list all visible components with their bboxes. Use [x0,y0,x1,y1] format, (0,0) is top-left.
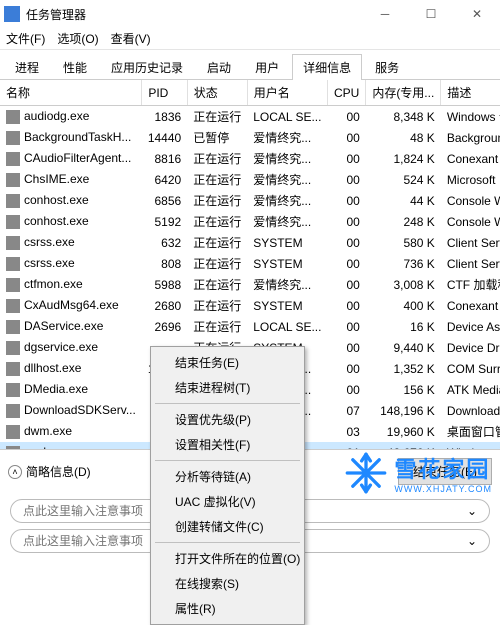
table-row[interactable]: conhost.exe5192正在运行爱情终究...00248 KConsole… [0,211,500,232]
process-icon [6,215,20,229]
process-icon [6,320,20,334]
table-row[interactable]: csrss.exe808正在运行SYSTEM00736 KClient Serv… [0,253,500,274]
dropdown-icon[interactable]: ⌄ [467,534,477,548]
ctx-properties[interactable]: 属性(R) [151,596,304,621]
table-row[interactable]: BackgroundTaskH...14440已暂停爱情终究...0048 KB… [0,127,500,148]
col-pid[interactable]: PID [142,80,187,106]
watermark-url: WWW.XHJATY.COM [394,484,492,494]
ctx-affinity[interactable]: 设置相关性(F) [151,432,304,457]
col-desc[interactable]: 描述 [441,80,500,106]
col-name[interactable]: 名称 [0,80,142,106]
process-icon [6,152,20,166]
context-menu: 结束任务(E) 结束进程树(T) 设置优先级(P) 设置相关性(F) 分析等待链… [150,346,305,625]
chevron-up-icon: ˄ [8,465,22,479]
table-row[interactable]: ctfmon.exe5988正在运行爱情终究...003,008 KCTF 加载… [0,274,500,295]
maximize-button[interactable]: ☐ [408,0,454,28]
ctx-end-tree[interactable]: 结束进程树(T) [151,375,304,400]
table-row[interactable]: conhost.exe6856正在运行爱情终究...0044 KConsole … [0,190,500,211]
process-icon [6,236,20,250]
app-icon [4,6,20,22]
ctx-dump[interactable]: 创建转储文件(C) [151,514,304,539]
process-icon [6,299,20,313]
tab-1[interactable]: 性能 [52,54,98,80]
process-icon [6,110,20,124]
table-row[interactable]: audiodg.exe1836正在运行LOCAL SE...008,348 KW… [0,106,500,128]
process-icon [6,404,20,418]
process-icon [6,173,20,187]
process-icon [6,278,20,292]
col-mem[interactable]: 内存(专用... [366,80,441,106]
ctx-open-location[interactable]: 打开文件所在的位置(O) [151,546,304,571]
tab-3[interactable]: 启动 [196,54,242,80]
ctx-separator [155,460,300,461]
col-user[interactable]: 用户名 [247,80,327,106]
tab-2[interactable]: 应用历史记录 [100,54,194,80]
menu-file[interactable]: 文件(F) [6,30,45,47]
col-status[interactable]: 状态 [187,80,247,106]
ctx-wait-chain[interactable]: 分析等待链(A) [151,464,304,489]
table-row[interactable]: CAudioFilterAgent...8816正在运行爱情终究...001,8… [0,148,500,169]
ctx-separator [155,403,300,404]
process-icon [6,194,20,208]
ctx-end-task[interactable]: 结束任务(E) [151,350,304,375]
watermark: 雪花家园 WWW.XHJATY.COM [344,451,492,495]
tab-5[interactable]: 详细信息 [292,54,362,80]
process-icon [6,425,20,439]
titlebar: 任务管理器 ─ ☐ ✕ [0,0,500,28]
minimize-button[interactable]: ─ [362,0,408,28]
tab-0[interactable]: 进程 [4,54,50,80]
process-icon [6,362,20,376]
fewer-details-toggle[interactable]: ˄ 简略信息(D) [8,463,91,480]
process-icon [6,131,20,145]
snowflake-icon [344,451,388,495]
menu-view[interactable]: 查看(V) [111,30,151,47]
table-row[interactable]: csrss.exe632正在运行SYSTEM00580 KClient Serv… [0,232,500,253]
tab-bar: 进程性能应用历史记录启动用户详细信息服务 [0,50,500,80]
menubar: 文件(F) 选项(O) 查看(V) [0,28,500,50]
process-icon [6,341,20,355]
table-row[interactable]: DAService.exe2696正在运行LOCAL SE...0016 KDe… [0,316,500,337]
col-cpu[interactable]: CPU [327,80,365,106]
process-icon [6,257,20,271]
tab-6[interactable]: 服务 [364,54,410,80]
tab-4[interactable]: 用户 [244,54,290,80]
table-row[interactable]: ChsIME.exe6420正在运行爱情终究...00524 KMicrosof… [0,169,500,190]
ctx-uac[interactable]: UAC 虚拟化(V) [151,489,304,514]
process-icon [6,383,20,397]
close-button[interactable]: ✕ [454,0,500,28]
menu-options[interactable]: 选项(O) [57,30,98,47]
ctx-search-online[interactable]: 在线搜索(S) [151,571,304,596]
ctx-priority[interactable]: 设置优先级(P) [151,407,304,432]
ctx-separator [155,542,300,543]
dropdown-icon[interactable]: ⌄ [467,504,477,518]
table-row[interactable]: CxAudMsg64.exe2680正在运行SYSTEM00400 KConex… [0,295,500,316]
watermark-title: 雪花家园 [394,452,492,484]
